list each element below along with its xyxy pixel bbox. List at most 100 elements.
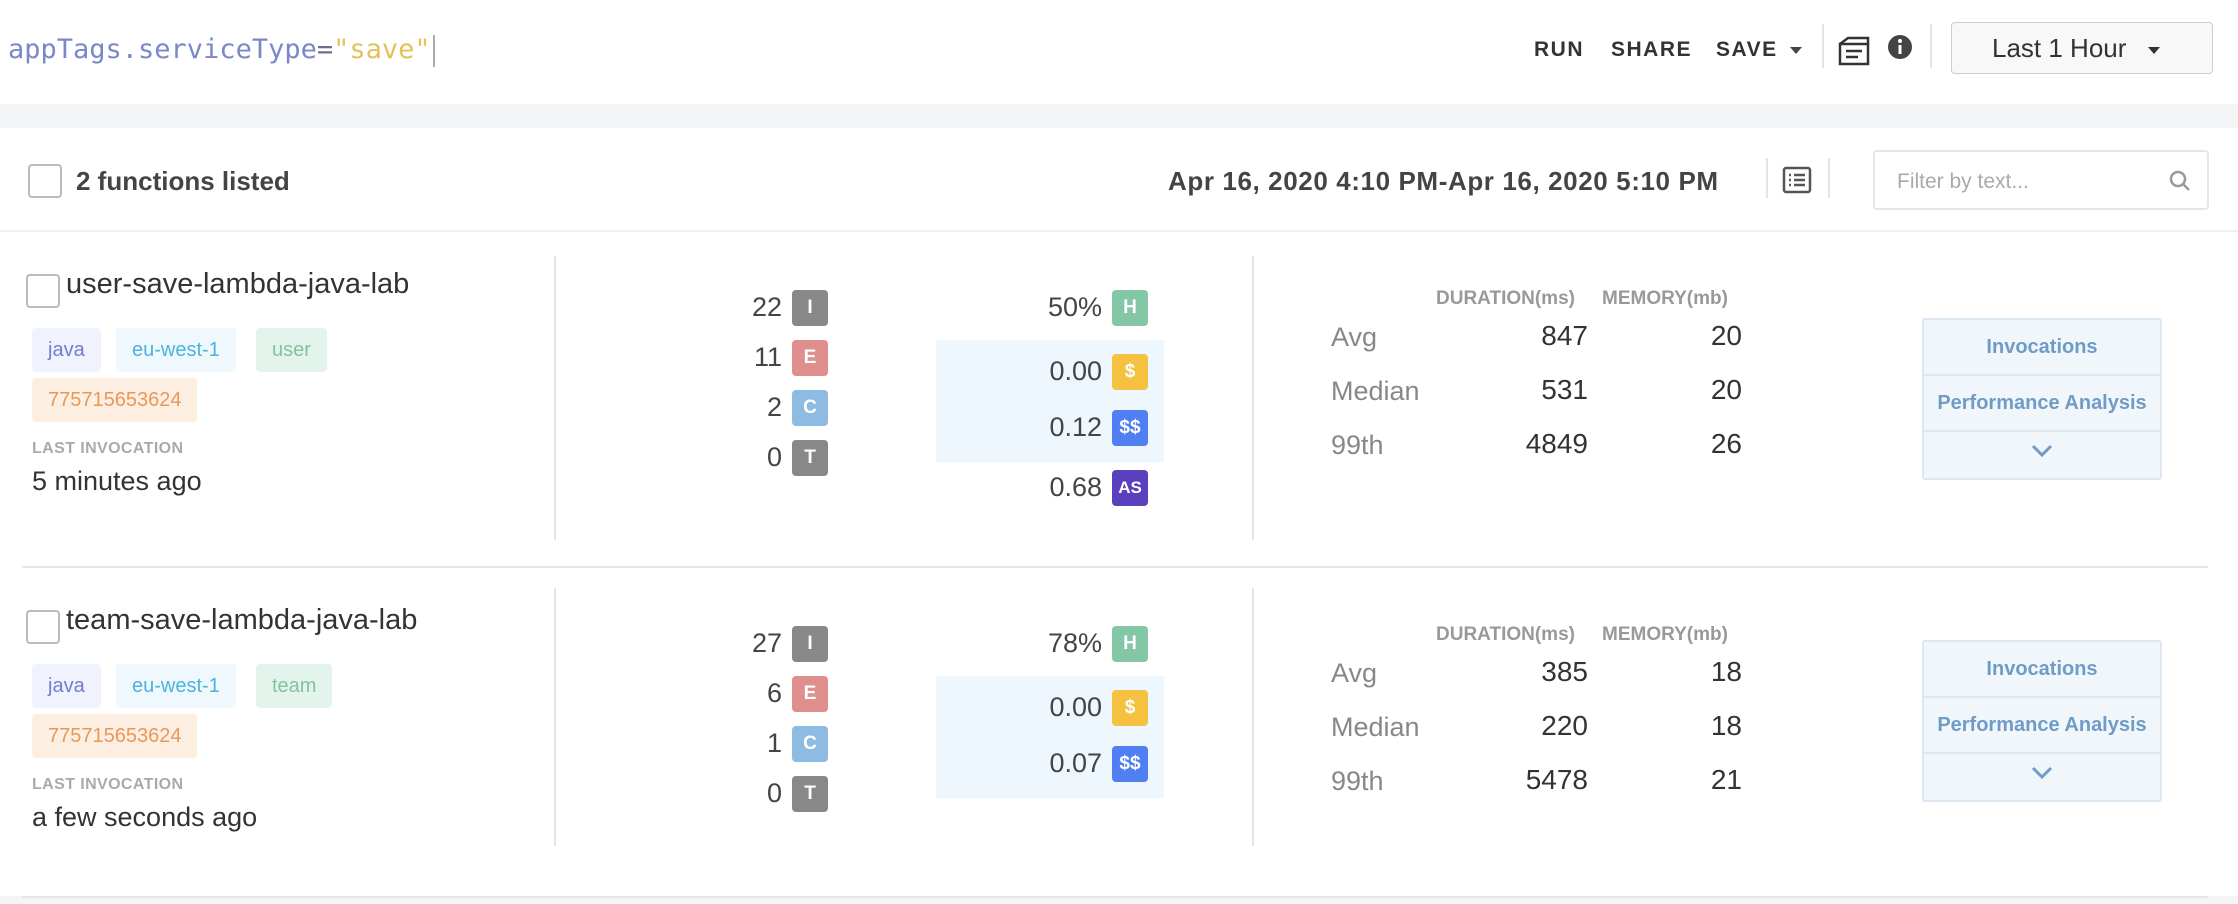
timeouts-count: 0 [766,778,782,808]
performance-analysis-button[interactable]: Performance Analysis [1924,698,2160,754]
chevron-down-icon [2031,444,2053,458]
tag-runtime[interactable]: java [32,328,101,372]
save-button[interactable]: SAVE [1716,38,1802,62]
cost-badge: $ [1112,354,1148,390]
memory-avg: 18 [1710,656,1742,687]
tag-region[interactable]: eu-west-1 [116,664,236,708]
last-invocation-label: LAST INVOCATION [32,776,184,793]
tag-service[interactable]: team [256,664,333,708]
invocations-badge: I [792,626,828,662]
header-divider [1766,158,1768,198]
memory-median: 20 [1710,374,1742,405]
invocations-button[interactable]: Invocations [1924,320,2160,376]
last-invocation-value: 5 minutes ago [32,466,202,496]
list-view-icon[interactable] [1782,166,1812,199]
health-badge: H [1112,626,1148,662]
function-name[interactable]: team-save-lambda-java-lab [66,604,417,637]
run-button[interactable]: RUN [1534,38,1584,62]
select-all-checkbox[interactable] [28,164,62,198]
cold-starts-count: 2 [766,392,782,422]
duration-avg: 847 [1541,320,1588,351]
cold-starts-count: 1 [766,728,782,758]
tag-runtime[interactable]: java [32,664,101,708]
memory-p99: 21 [1710,764,1742,795]
health-percent: 78% [1047,628,1102,658]
query-key: appTags.serviceType [8,34,317,65]
duration-header: DURATION(ms) [1436,288,1575,309]
column-divider [554,588,556,846]
health-percent: 50% [1047,292,1102,322]
share-button[interactable]: SHARE [1611,38,1692,62]
search-icon [2169,170,2190,191]
list-header: 2 functions listed Apr 16, 2020 4:10 PM-… [0,128,2238,232]
row-divider [22,896,2208,898]
cost-value: 0.00 [1049,692,1102,722]
column-divider [1252,588,1254,846]
row-actions: Invocations Performance Analysis [1922,318,2162,480]
chevron-down-icon [2031,766,2053,780]
function-row: user-save-lambda-java-lab java eu-west-1… [0,232,2238,568]
tag-account[interactable]: 775715653624 [32,378,198,422]
duration-p99: 4849 [1525,428,1588,459]
column-divider [1252,256,1254,540]
text-cursor [432,34,435,67]
errors-count: 6 [766,678,782,708]
p99-label: 99th [1331,430,1384,460]
function-row: team-save-lambda-java-lab java eu-west-1… [0,568,2238,904]
timeouts-badge: T [792,776,828,812]
header-divider [1828,158,1830,198]
query-input[interactable]: appTags.serviceType="save" [8,34,435,67]
memory-header: MEMORY(mb) [1602,624,1728,645]
tag-service[interactable]: user [256,328,327,372]
tag-account[interactable]: 775715653624 [32,714,198,758]
filter-input[interactable]: Filter by text... [1873,150,2209,210]
invocations-button[interactable]: Invocations [1924,642,2160,698]
functions-panel: 2 functions listed Apr 16, 2020 4:10 PM-… [0,128,2238,898]
avg-label: Avg [1331,658,1378,688]
tag-region[interactable]: eu-west-1 [116,328,236,372]
as-badge: AS [1112,470,1148,506]
duration-p99: 5478 [1525,764,1588,795]
last-invocation-label: LAST INVOCATION [32,440,184,457]
last-invocation-value: a few seconds ago [32,802,258,832]
date-range: Apr 16, 2020 4:10 PM-Apr 16, 2020 5:10 P… [1168,166,1719,196]
median-label: Median [1331,376,1420,406]
time-range-dropdown[interactable]: Last 1 Hour [1951,22,2213,74]
errors-count: 11 [753,342,782,372]
invocations-count: 22 [751,292,782,322]
duration-median: 220 [1541,710,1588,741]
chevron-down-icon [1789,46,1802,54]
expand-button[interactable] [1924,754,2160,800]
median-label: Median [1331,712,1420,742]
cold-starts-badge: C [792,726,828,762]
duration-median: 531 [1541,374,1588,405]
memory-median: 18 [1710,710,1742,741]
query-operator: = [316,34,334,65]
function-name[interactable]: user-save-lambda-java-lab [66,268,409,301]
functions-count: 2 functions listed [76,166,290,196]
row-checkbox[interactable] [26,610,60,644]
query-value: "save" [333,34,431,65]
performance-analysis-button[interactable]: Performance Analysis [1924,376,2160,432]
errors-badge: E [792,676,828,712]
memory-p99: 26 [1710,428,1742,459]
timeouts-count: 0 [766,442,782,472]
cost-badge: $ [1112,690,1148,726]
save-label: SAVE [1716,38,1778,61]
timeouts-badge: T [792,440,828,476]
cost-value: 0.00 [1049,356,1102,386]
as-value: 0.68 [1049,472,1102,502]
time-range-label: Last 1 Hour [1992,33,2127,63]
row-actions: Invocations Performance Analysis [1922,640,2162,802]
duration-header: DURATION(ms) [1436,624,1575,645]
query-bar: appTags.serviceType="save" RUN SHARE SAV… [0,0,2238,104]
info-icon[interactable] [1887,34,1913,65]
toolbar-divider [1822,24,1824,68]
annotation-icon[interactable] [1838,36,1870,71]
filter-placeholder: Filter by text... [1897,170,2029,193]
expand-button[interactable] [1924,432,2160,478]
chevron-down-icon [2148,46,2161,54]
invocations-count: 27 [751,628,782,658]
column-divider [554,256,556,540]
row-checkbox[interactable] [26,274,60,308]
